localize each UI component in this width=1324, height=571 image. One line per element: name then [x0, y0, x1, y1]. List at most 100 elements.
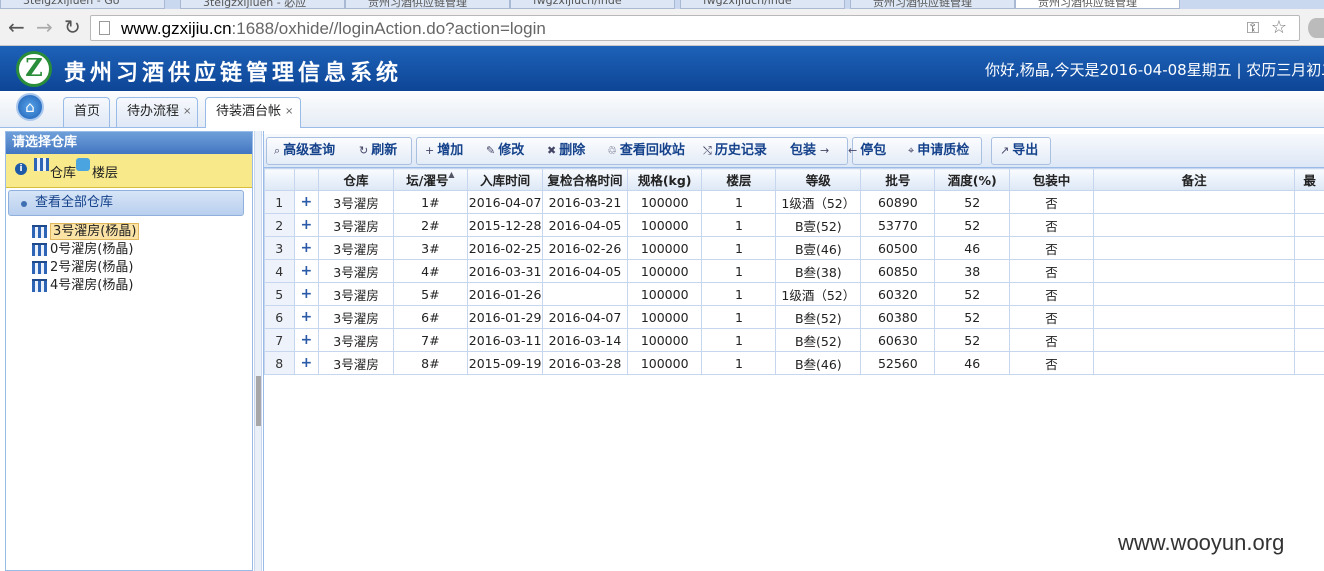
reload-icon[interactable]: ↻ — [64, 15, 81, 39]
column-header[interactable]: 复检合格时间 — [542, 168, 628, 191]
browser-tab[interactable]: fwgzxijiuch/inde — [510, 0, 675, 9]
tab-liquor-ledger[interactable]: 待装酒台帐 × — [205, 97, 301, 128]
warehouse-icon — [34, 158, 49, 171]
column-header[interactable]: 仓库 — [318, 168, 394, 191]
expand-row-icon[interactable]: + — [293, 328, 320, 352]
splitter-grip[interactable] — [256, 376, 261, 426]
table-row[interactable]: 6 +3号濯房 6# 2016-01-29 2016-04-07 100000 1 B叁(52… — [264, 305, 1324, 329]
table-cell: 2016-04-05 — [542, 213, 628, 237]
view-all-warehouses-button[interactable]: 查看全部仓库 — [8, 190, 244, 216]
table-cell — [1092, 190, 1296, 214]
table-cell: 3号濯房 — [318, 282, 394, 306]
expand-row-icon[interactable]: + — [293, 213, 320, 237]
table-cell: 否 — [1008, 305, 1094, 329]
browser-tab[interactable]: 贵州习酒供应链管理 — [345, 0, 510, 9]
column-header[interactable]: 规格(kg) — [626, 168, 703, 191]
recycle-icon: ♲ — [607, 144, 617, 157]
column-header-sorted[interactable]: 坛/濯号▲ — [392, 168, 469, 191]
table-cell: B叁(38) — [775, 259, 862, 283]
star-icon[interactable]: ☆ — [1271, 17, 1287, 38]
table-cell: 6# — [392, 305, 469, 329]
tree-node[interactable]: 4号濯房(杨晶) — [32, 277, 139, 295]
table-row[interactable]: 2 +3号濯房 2# 2015-12-28 2016-04-05 100000 1 B壹(52… — [264, 213, 1324, 237]
table-cell: 60890 — [860, 190, 936, 214]
table-cell: 2016-04-07 — [542, 305, 628, 329]
panel-splitter[interactable] — [254, 131, 262, 571]
warehouse-panel: 请选择仓库 i 仓库 楼层 查看全部仓库 3号濯房(杨晶) 0号濯房(杨晶) 2… — [5, 131, 253, 571]
table-row[interactable]: 1 +3号濯房 1# 2016-04-07 2016-03-21 100000 1 1级酒（5… — [264, 190, 1324, 214]
table-cell — [1092, 236, 1296, 260]
expand-row-icon[interactable]: + — [293, 259, 320, 283]
table-row[interactable]: 5 +3号濯房 5# 2016-01-26 100000 1 1级酒（52） 60320 52 否 — [264, 282, 1324, 306]
expand-row-icon[interactable]: + — [293, 351, 320, 375]
tree-node-label: 0号濯房(杨晶) — [50, 242, 134, 257]
expand-row-icon[interactable]: + — [293, 190, 320, 214]
browser-tab[interactable]: 3teigzxijiuen - 必应 — [180, 0, 345, 9]
home-icon[interactable]: ⌂ — [16, 93, 44, 121]
column-header[interactable]: 入库时间 — [467, 168, 544, 191]
panel-title: 请选择仓库 — [6, 132, 252, 154]
row-number: 3 — [264, 236, 295, 260]
history-button[interactable]: ⤭ 历史记录 — [703, 137, 767, 165]
browser-tab[interactable]: 3teigzxijiuen - Go — [0, 0, 165, 9]
tree-node[interactable]: 2号濯房(杨晶) — [32, 259, 139, 277]
column-header[interactable]: 酒度(%) — [934, 168, 1010, 191]
ledger-table: 仓库 坛/濯号▲ 入库时间 复检合格时间 规格(kg) 楼层 等级 批号 酒度(… — [264, 168, 1324, 375]
column-header[interactable]: 楼层 — [701, 168, 777, 191]
expand-row-icon[interactable]: + — [293, 282, 320, 306]
advanced-search-button[interactable]: ⌕ 高级查询 — [274, 137, 335, 165]
add-button[interactable]: + 增加 — [425, 137, 463, 165]
column-header[interactable]: 等级 — [775, 168, 862, 191]
row-number: 8 — [264, 351, 295, 375]
table-cell: 2016-03-14 — [542, 328, 628, 352]
back-icon[interactable]: ← — [8, 15, 25, 39]
close-icon[interactable]: × — [183, 106, 191, 117]
delete-icon: ✖ — [547, 144, 557, 157]
table-cell: 2016-03-11 — [467, 328, 544, 352]
table-row[interactable]: 8 +3号濯房 8# 2015-09-19 2016-03-28 100000 1 B叁(46… — [264, 351, 1324, 375]
column-header-label: 坛/濯号 — [406, 173, 449, 188]
menu-icon[interactable] — [1308, 18, 1324, 38]
quality-check-button[interactable]: ⌖ 申请质检 — [908, 137, 969, 165]
address-bar[interactable]: www.gzxijiu.cn:1688/oxhide//loginAction.… — [90, 15, 1300, 41]
stop-pack-button[interactable]: ← 停包 — [848, 137, 886, 165]
table-row[interactable]: 7 +3号濯房 7# 2016-03-11 2016-03-14 100000 1 B叁(52… — [264, 328, 1324, 352]
column-header[interactable]: 批号 — [860, 168, 936, 191]
close-icon[interactable]: × — [285, 106, 293, 117]
table-cell — [1092, 282, 1296, 306]
tab-home[interactable]: 首页 — [63, 97, 110, 127]
expand-row-icon[interactable]: + — [293, 236, 320, 260]
table-cell: 2# — [392, 213, 469, 237]
button-label: 查看全部仓库 — [35, 195, 114, 210]
table-cell — [1294, 259, 1324, 283]
edit-button[interactable]: ✎ 修改 — [486, 137, 524, 165]
table-row[interactable]: 3 +3号濯房 3# 2016-02-25 2016-02-26 100000 1 B壹(46… — [264, 236, 1324, 260]
pack-button[interactable]: 包装 → — [790, 137, 832, 165]
info-icon: i — [15, 163, 27, 175]
table-cell: 2015-12-28 — [467, 213, 544, 237]
tree-node[interactable]: 3号濯房(杨晶) — [32, 223, 140, 241]
delete-button[interactable]: ✖ 删除 — [547, 137, 585, 165]
recycle-bin-button[interactable]: ♲ 查看回收站 — [607, 137, 685, 165]
tree-node-label: 2号濯房(杨晶) — [50, 260, 134, 275]
export-button[interactable]: ↗ 导出 — [1000, 137, 1038, 165]
table-row[interactable]: 4 +3号濯房 4# 2016-03-31 2016-04-05 100000 1 B叁(38… — [264, 259, 1324, 283]
table-cell: 60500 — [860, 236, 936, 260]
browser-tab[interactable]: 贵州习酒供应链管理 — [1015, 0, 1180, 9]
warehouse-icon — [32, 261, 47, 274]
url-text: www.gzxijiu.cn:1688/oxhide//loginAction.… — [121, 19, 546, 38]
table-cell: 1 — [701, 190, 777, 214]
tab-pending-process[interactable]: 待办流程 × — [116, 97, 198, 127]
forward-icon[interactable]: → — [36, 15, 53, 39]
table-cell: 3号濯房 — [318, 259, 394, 283]
refresh-button[interactable]: ↻ 刷新 — [359, 137, 397, 165]
column-header[interactable]: 包装中 — [1008, 168, 1094, 191]
tree-node[interactable]: 0号濯房(杨晶) — [32, 241, 139, 259]
column-header[interactable]: 备注 — [1092, 168, 1296, 191]
key-icon[interactable]: ⚿ — [1247, 18, 1259, 38]
expand-row-icon[interactable]: + — [293, 305, 320, 329]
browser-tab[interactable]: 贵州习酒供应链管理 — [850, 0, 1015, 9]
browser-tab[interactable]: fwgzxijiuch/inde — [680, 0, 845, 9]
legend-warehouse: 仓库 — [50, 166, 77, 181]
column-header[interactable]: 最 — [1294, 168, 1324, 191]
